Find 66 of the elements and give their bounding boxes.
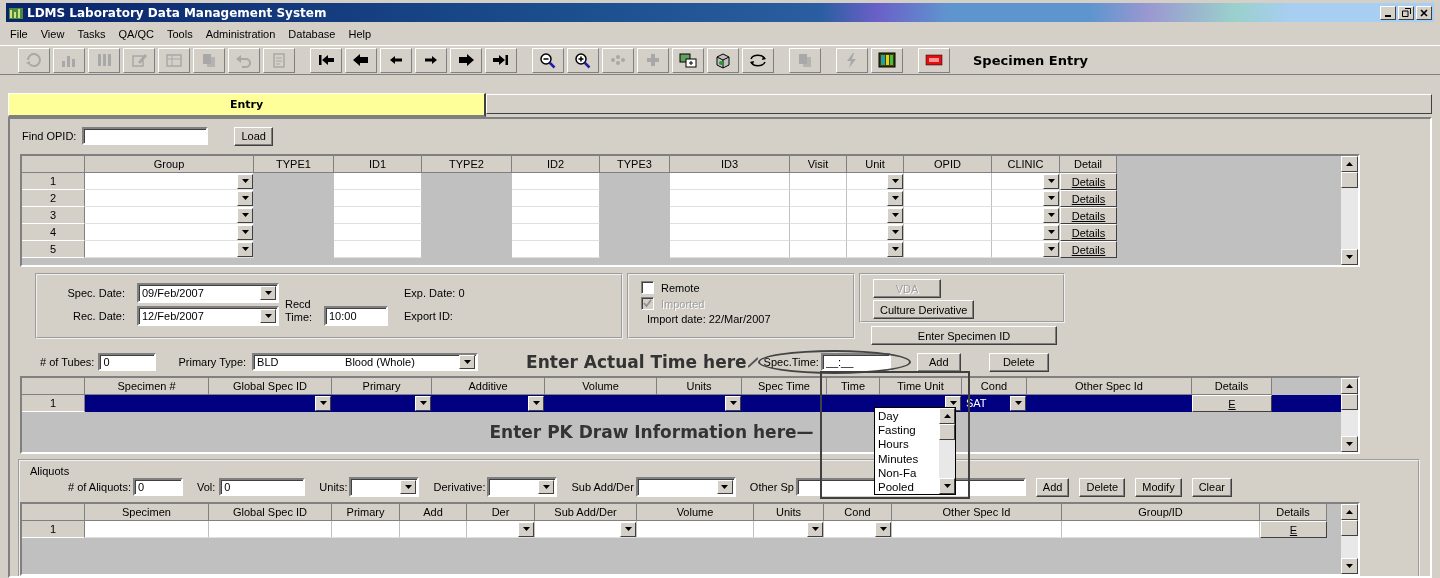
- instruction-text: Enter Actual Time here: [526, 352, 747, 372]
- field-value: 0: [458, 286, 465, 299]
- column-header: Global Spec ID: [209, 504, 332, 521]
- column-header: Specimen: [85, 504, 209, 521]
- group-title: Aliquots: [29, 465, 70, 477]
- column-header: Der: [467, 504, 535, 521]
- column-header: Volume: [545, 378, 657, 395]
- field-label: Spec. Date:: [66, 286, 126, 299]
- field-label: Rec. Date:: [72, 309, 126, 322]
- column-header: OPID: [904, 156, 992, 173]
- column-header: Volume: [637, 504, 754, 521]
- column-header: Other Spec Id: [892, 504, 1062, 521]
- row-number: 1: [22, 173, 85, 190]
- column-header: Detail: [1060, 156, 1117, 173]
- field-label: # of Tubes:: [40, 356, 95, 368]
- column-header: Unit: [847, 156, 904, 173]
- field-label: Primary Type:: [178, 356, 247, 368]
- column-header: TYPE1: [254, 156, 334, 173]
- field-label: Recd Time:: [284, 298, 314, 324]
- field-label: Exp. Date:: [404, 286, 456, 299]
- column-header: Sub Add/Der: [535, 504, 637, 521]
- checkbox-label: Remote: [661, 281, 700, 294]
- column-header: TYPE2: [422, 156, 512, 173]
- column-header: TYPE3: [600, 156, 670, 173]
- toolbar-title: Specimen Entry: [973, 52, 1089, 68]
- column-header: ID3: [670, 156, 790, 173]
- column-header: Cond: [962, 378, 1027, 395]
- column-header: Units: [657, 378, 742, 395]
- field-label: Other Sp: [749, 481, 794, 493]
- field-label: Spec.Time:: [763, 356, 819, 368]
- column-header: ID2: [512, 156, 600, 173]
- row-number: 2: [22, 190, 85, 207]
- column-header: Add: [400, 504, 467, 521]
- column-header: Units: [754, 504, 824, 521]
- row-number: 4: [22, 224, 85, 241]
- column-header: ID1: [334, 156, 422, 173]
- column-header: Specimen #: [85, 378, 209, 395]
- field-label: Vol:: [197, 481, 216, 493]
- field-label: Derivative:: [433, 481, 486, 493]
- import-date: Import date: 22/Mar/2007: [646, 313, 772, 325]
- column-header: Primary: [332, 378, 432, 395]
- column-header: Global Spec ID: [209, 378, 332, 395]
- field-label: Export ID:: [403, 309, 454, 322]
- field-label: # of Aliquots:: [68, 481, 131, 493]
- field-label: Sub Add/Der: [571, 481, 634, 493]
- column-header: Group: [85, 156, 254, 173]
- column-header: Additive: [432, 378, 545, 395]
- field-label: Units:: [319, 481, 348, 493]
- column-header: Primary: [332, 504, 400, 521]
- window-title: LDMS Laboratory Data Management System: [27, 5, 327, 20]
- column-header: CLINIC: [992, 156, 1060, 173]
- column-header: Group/ID: [1062, 504, 1260, 521]
- row-number: 5: [22, 241, 85, 258]
- column-header: Spec Time: [742, 378, 827, 395]
- column-header: Cond: [824, 504, 892, 521]
- column-header: Details: [1260, 504, 1327, 521]
- row-number: 3: [22, 207, 85, 224]
- instruction-text: Enter PK Draw Information here—: [489, 422, 814, 442]
- field-label: Find OPID:: [22, 130, 77, 142]
- column-header: Time: [827, 378, 880, 395]
- column-header: Time Unit: [880, 378, 962, 395]
- row-number: 1: [22, 395, 85, 412]
- column-header: Details: [1192, 378, 1272, 395]
- column-header: Visit: [790, 156, 847, 173]
- column-header: Other Spec Id: [1027, 378, 1192, 395]
- row-number: 1: [22, 521, 85, 538]
